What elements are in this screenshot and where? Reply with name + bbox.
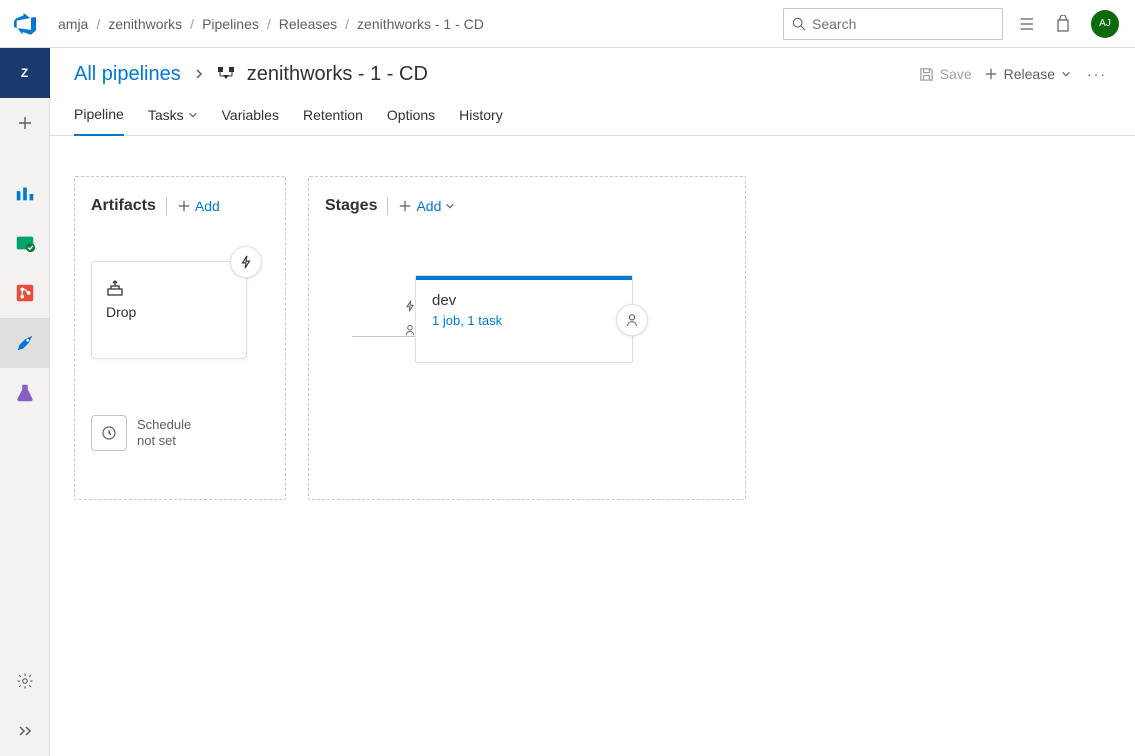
- add-artifact-button[interactable]: Add: [177, 198, 220, 214]
- nav-collapse[interactable]: [0, 706, 50, 756]
- tab-tasks[interactable]: Tasks: [148, 106, 198, 135]
- nav-repos[interactable]: [0, 268, 50, 318]
- pipeline-canvas: Artifacts Add Drop: [50, 136, 1135, 540]
- pipelines-icon: [14, 332, 36, 354]
- top-header: amja / zenithworks / Pipelines / Release…: [0, 0, 1135, 48]
- breadcrumb: amja / zenithworks / Pipelines / Release…: [58, 16, 783, 32]
- search-box[interactable]: [783, 8, 1003, 40]
- dashboard-icon: [14, 182, 36, 204]
- lightning-icon: [400, 296, 420, 316]
- more-actions-button[interactable]: ···: [1083, 62, 1111, 86]
- stages-title: Stages: [325, 197, 377, 215]
- marketplace-icon[interactable]: [1055, 15, 1071, 33]
- tab-retention[interactable]: Retention: [303, 106, 363, 135]
- release-pipeline-icon: [217, 65, 235, 83]
- nav-dashboards[interactable]: [0, 168, 50, 218]
- stage-card[interactable]: dev 1 job, 1 task: [415, 275, 633, 363]
- nav-boards[interactable]: [0, 218, 50, 268]
- tabs: Pipeline Tasks Variables Retention Optio…: [50, 106, 1135, 136]
- breadcrumb-separator: /: [267, 16, 271, 32]
- save-icon: [919, 67, 934, 82]
- artifact-name: Drop: [106, 304, 232, 320]
- page-actions: Save Release ···: [919, 62, 1111, 86]
- nav-add-button[interactable]: [0, 98, 50, 148]
- build-icon: [106, 280, 124, 296]
- stage-pre-conditions[interactable]: [400, 296, 420, 340]
- breadcrumb-separator: /: [345, 16, 349, 32]
- breadcrumb-item[interactable]: Pipelines: [202, 16, 259, 32]
- user-avatar[interactable]: AJ: [1091, 10, 1119, 38]
- chevron-down-icon: [188, 110, 198, 120]
- person-icon: [400, 320, 420, 340]
- header-icons: AJ: [1019, 10, 1119, 38]
- tab-options[interactable]: Options: [387, 106, 435, 135]
- devops-icon: [14, 13, 36, 35]
- nav-pipelines[interactable]: [0, 318, 50, 368]
- save-button[interactable]: Save: [919, 66, 972, 82]
- breadcrumb-item[interactable]: zenithworks - 1 - CD: [357, 16, 484, 32]
- page-header: All pipelines zenithworks - 1 - CD Save …: [50, 48, 1135, 86]
- chevron-right-icon: [193, 68, 205, 80]
- breadcrumb-item[interactable]: amja: [58, 16, 88, 32]
- pipeline-name[interactable]: zenithworks - 1 - CD: [247, 63, 428, 86]
- schedule-icon-container: [91, 415, 127, 451]
- chevron-down-icon: [1061, 69, 1071, 79]
- artifacts-panel: Artifacts Add Drop: [74, 176, 286, 500]
- tab-history[interactable]: History: [459, 106, 503, 135]
- gear-icon: [16, 672, 34, 690]
- stage-post-approval[interactable]: [616, 304, 648, 336]
- stage-name: dev: [432, 292, 616, 309]
- plus-icon: [398, 199, 412, 213]
- main-content: All pipelines zenithworks - 1 - CD Save …: [50, 48, 1135, 756]
- artifact-card[interactable]: Drop: [91, 261, 247, 359]
- breadcrumb-item[interactable]: zenithworks: [108, 16, 182, 32]
- nav-test-plans[interactable]: [0, 368, 50, 418]
- all-pipelines-link[interactable]: All pipelines: [74, 63, 181, 86]
- search-input[interactable]: [812, 16, 994, 32]
- tab-pipeline[interactable]: Pipeline: [74, 106, 124, 136]
- schedule-text: Schedule not set: [137, 417, 191, 448]
- azure-devops-logo[interactable]: [0, 13, 50, 35]
- left-nav: Z: [0, 48, 50, 756]
- stage-detail-link[interactable]: 1 job, 1 task: [432, 313, 616, 328]
- breadcrumb-separator: /: [190, 16, 194, 32]
- list-icon[interactable]: [1019, 16, 1035, 32]
- artifacts-title: Artifacts: [91, 197, 156, 215]
- repos-icon: [14, 282, 36, 304]
- breadcrumb-item[interactable]: Releases: [279, 16, 337, 32]
- breadcrumb-separator: /: [96, 16, 100, 32]
- test-icon: [14, 382, 36, 404]
- artifact-trigger-badge[interactable]: [230, 246, 262, 278]
- chevron-down-icon: [445, 201, 455, 211]
- clock-icon: [101, 425, 117, 441]
- release-button[interactable]: Release: [984, 66, 1071, 82]
- stages-panel: Stages Add: [308, 176, 746, 500]
- tab-variables[interactable]: Variables: [222, 106, 279, 135]
- schedule-row[interactable]: Schedule not set: [91, 415, 269, 451]
- add-stage-button[interactable]: Add: [398, 198, 455, 214]
- chevron-double-right-icon: [17, 723, 33, 739]
- project-badge[interactable]: Z: [0, 48, 50, 98]
- boards-icon: [14, 232, 36, 254]
- search-icon: [792, 17, 806, 31]
- lightning-icon: [239, 255, 253, 269]
- person-icon: [625, 313, 639, 327]
- plus-icon: [177, 199, 191, 213]
- plus-icon: [984, 67, 998, 81]
- nav-settings[interactable]: [0, 656, 50, 706]
